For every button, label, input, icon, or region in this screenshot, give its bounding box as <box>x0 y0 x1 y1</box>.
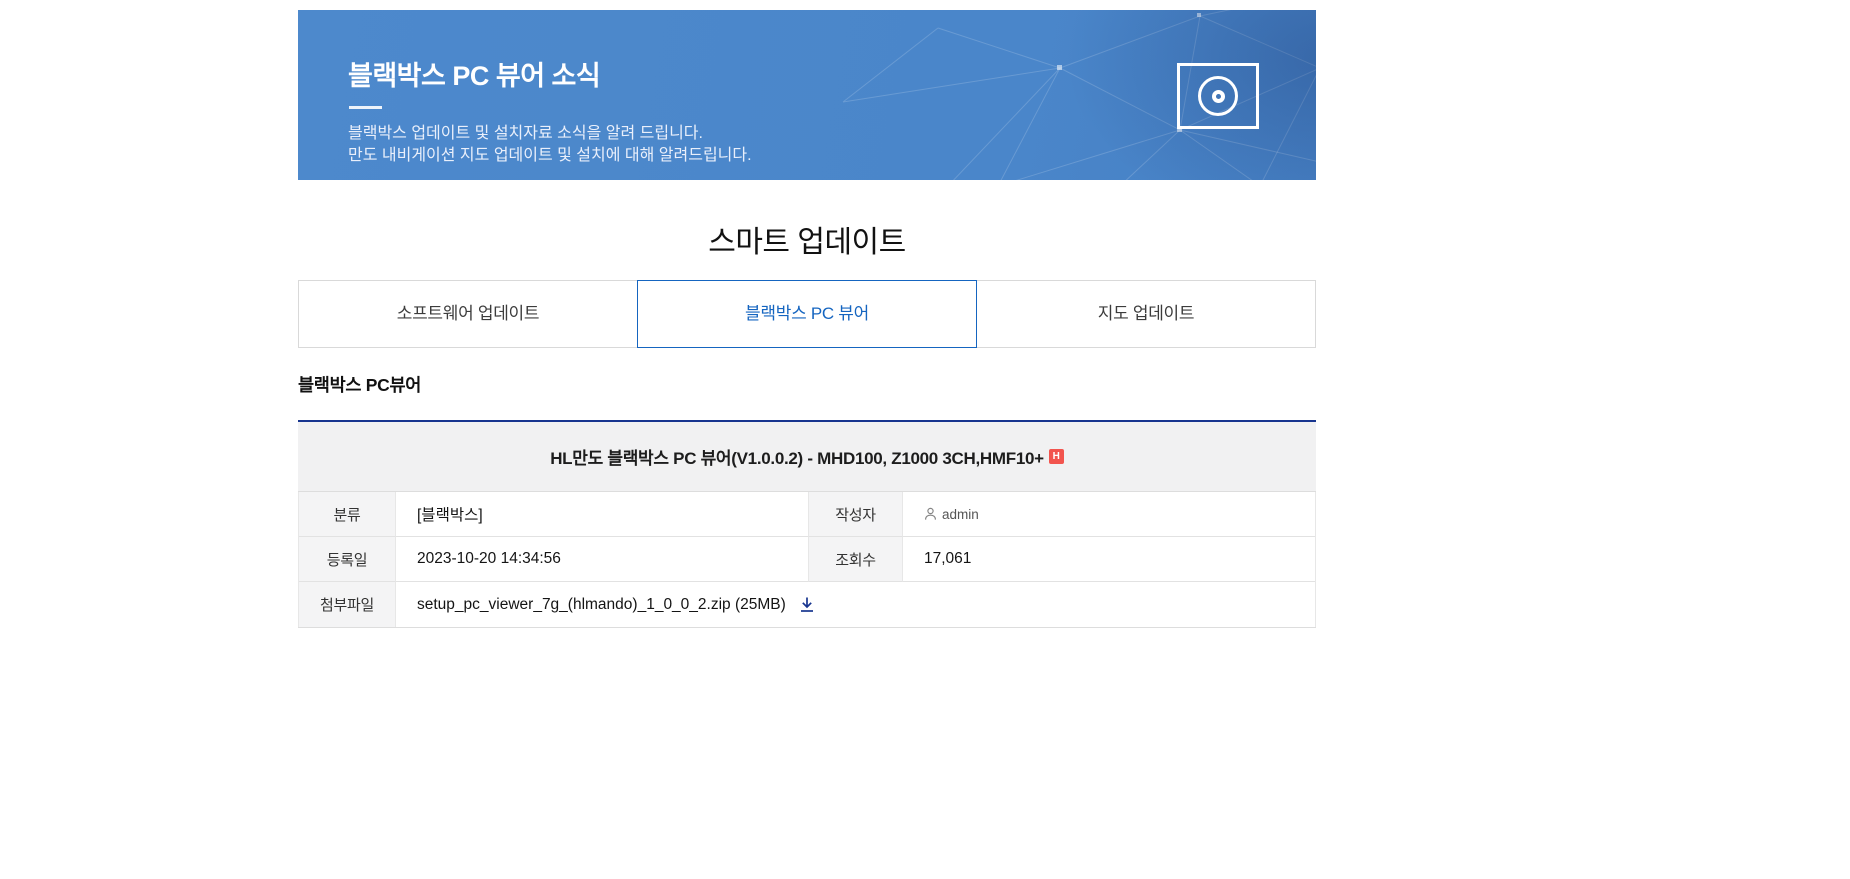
category-label: 분류 <box>299 492 396 537</box>
views-value: 17,061 <box>903 537 1315 582</box>
category-value: [블랙박스] <box>396 492 808 537</box>
page-title: 스마트 업데이트 <box>708 226 906 259</box>
author-label: 작성자 <box>808 492 903 537</box>
banner-subtitle-line2: 만도 내비게이션 지도 업데이트 및 설치에 대해 알려드립니다. <box>348 146 752 164</box>
attachment-label: 첨부파일 <box>299 582 396 627</box>
banner-subtitle: 블랙박스 업데이트 및 설치자료 소식을 알려 드립니다. 만도 내비게이션 지… <box>348 123 752 166</box>
post-detail-table: HL만도 블랙박스 PC 뷰어(V1.0.0.2) - MHD100, Z100… <box>298 420 1316 628</box>
disc-icon-center-dot <box>1211 89 1225 103</box>
author-value: admin <box>924 507 979 522</box>
author-value-cell: admin <box>903 492 1315 537</box>
hot-badge: H <box>1048 449 1064 464</box>
banner-subtitle-line1: 블랙박스 업데이트 및 설치자료 소식을 알려 드립니다. <box>348 125 703 142</box>
post-fields-grid: 분류 [블랙박스] 작성자 admin 등록일 2023-10-20 14:34… <box>298 492 1316 627</box>
hero-banner: 블랙박스 PC 뷰어 소식 블랙박스 업데이트 및 설치자료 소식을 알려 드립… <box>298 10 1316 180</box>
date-value: 2023-10-20 14:34:56 <box>396 537 808 582</box>
post-title: HL만도 블랙박스 PC 뷰어(V1.0.0.2) - MHD100, Z100… <box>550 449 1044 468</box>
banner-title: 블랙박스 PC 뷰어 소식 <box>348 61 601 91</box>
download-icon[interactable] <box>799 596 815 613</box>
views-label: 조회수 <box>808 537 903 582</box>
disc-icon <box>1177 63 1259 129</box>
page: 블랙박스 PC 뷰어 소식 블랙박스 업데이트 및 설치자료 소식을 알려 드립… <box>0 0 1850 879</box>
tab-map-update[interactable]: 지도 업데이트 <box>976 280 1316 348</box>
banner-underline-dash <box>349 106 382 109</box>
attachment-download-link[interactable]: setup_pc_viewer_7g_(hlmando)_1_0_0_2.zip… <box>417 596 815 614</box>
tab-blackbox-pc-viewer[interactable]: 블랙박스 PC 뷰어 <box>637 280 977 348</box>
person-icon <box>925 507 936 520</box>
date-label: 등록일 <box>299 537 396 582</box>
post-header: HL만도 블랙박스 PC 뷰어(V1.0.0.2) - MHD100, Z100… <box>298 422 1316 492</box>
section-heading: 블랙박스 PC뷰어 <box>298 375 422 395</box>
tab-software-update[interactable]: 소프트웨어 업데이트 <box>298 280 638 348</box>
update-tabs: 소프트웨어 업데이트 블랙박스 PC 뷰어 지도 업데이트 <box>298 280 1316 348</box>
disc-icon-ring <box>1198 76 1238 116</box>
attachment-value-cell: setup_pc_viewer_7g_(hlmando)_1_0_0_2.zip… <box>396 582 1315 627</box>
attachment-filename[interactable]: setup_pc_viewer_7g_(hlmando)_1_0_0_2.zip… <box>417 596 786 614</box>
